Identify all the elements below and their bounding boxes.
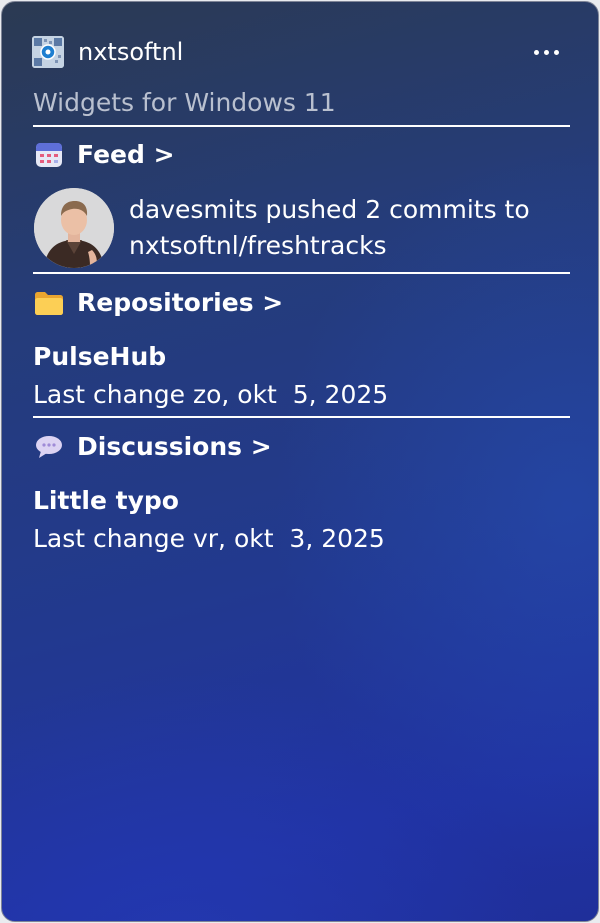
widget-card: nxtsoftnl Widgets for Windows 11 Feed > xyxy=(1,1,599,922)
more-options-button[interactable] xyxy=(524,36,568,68)
discussions-section-title: Discussions > xyxy=(77,432,272,461)
widget-subtitle: Widgets for Windows 11 xyxy=(33,88,336,117)
speech-bubble-icon xyxy=(33,431,65,463)
app-name: nxtsoftnl xyxy=(78,38,184,66)
feed-section-title: Feed > xyxy=(77,140,175,169)
feed-section-header[interactable]: Feed > xyxy=(33,138,175,172)
discussion-item-title[interactable]: Little typo xyxy=(33,484,179,518)
more-icon-dot xyxy=(553,49,559,55)
more-icon-dot xyxy=(543,49,549,55)
avatar xyxy=(34,188,114,268)
repositories-section-header[interactable]: Repositories > xyxy=(33,286,283,320)
more-icon xyxy=(533,49,539,55)
repositories-section-title: Repositories > xyxy=(77,288,284,317)
app-logo-icon xyxy=(32,36,64,68)
feed-entry-text[interactable]: davesmits pushed 2 commits to nxtsoftnl/… xyxy=(129,192,559,264)
repository-item-title[interactable]: PulseHub xyxy=(33,340,166,374)
discussions-section-header[interactable]: Discussions > xyxy=(33,430,272,464)
repository-item-subtitle: Last change zo, okt 5, 2025 xyxy=(33,380,389,409)
divider xyxy=(33,272,570,274)
divider xyxy=(33,125,570,127)
folder-icon xyxy=(33,287,65,319)
divider xyxy=(33,416,570,418)
discussion-item-subtitle: Last change vr, okt 3, 2025 xyxy=(33,524,385,553)
widget-header: nxtsoftnl xyxy=(32,32,568,72)
calendar-icon xyxy=(33,139,65,171)
